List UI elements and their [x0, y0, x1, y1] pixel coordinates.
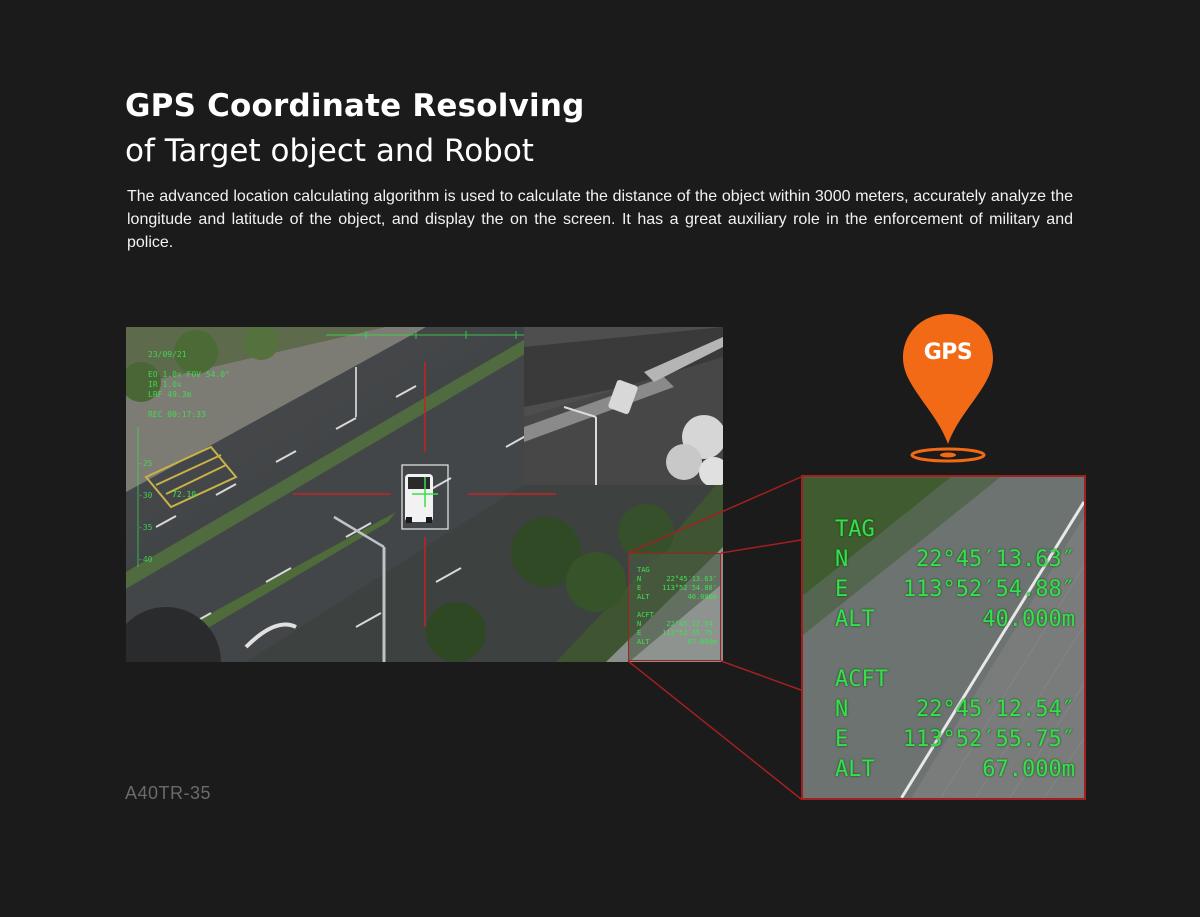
aircraft-alt-value: 67.000m — [982, 757, 1075, 782]
small-n-value: 22°45′13.63″ — [666, 575, 717, 583]
hud-distance: 72.10 — [172, 490, 197, 499]
hud-tick: -30 — [138, 491, 153, 500]
small-acft-n-label: N — [637, 620, 642, 628]
model-label: A40TR-35 — [125, 783, 212, 803]
small-alt-value: 40.000m — [687, 593, 717, 601]
aircraft-tag-label: ACFT — [835, 667, 888, 692]
small-acft-alt-value: 67.000m — [687, 638, 717, 646]
target-alt-value: 40.000m — [982, 607, 1075, 632]
aircraft-alt-label: ALT — [835, 757, 875, 782]
aircraft-e-value: 113°52′55.75″ — [902, 727, 1075, 752]
small-alt-label: ALT — [637, 593, 650, 601]
aircraft-n-label: N — [835, 697, 849, 722]
small-coordinate-readout: TAG N 22°45′13.63″ E 113°52′54.88″ ALT 40.0… — [637, 566, 717, 647]
hud-lrf: LRF 49.3m — [148, 390, 192, 399]
hud-tick: -25 — [138, 459, 153, 468]
target-n-value: 22°45′13.63″ — [916, 547, 1075, 572]
small-e-value: 113°52′54.88″ — [662, 584, 717, 592]
target-e-value: 113°52′54.88″ — [902, 577, 1075, 602]
page-title: GPS Coordinate Resolving — [125, 88, 585, 124]
gps-pin-icon — [903, 314, 993, 463]
hud-tick: -40 — [138, 555, 153, 564]
coordinate-source-box: TAG N 22°45′13.63″ E 113°52′54.88″ ALT 40.0… — [628, 553, 721, 661]
small-acft-n-value: 22°45′12.54″ — [666, 620, 717, 628]
target-tag-label: TAG — [835, 517, 875, 542]
hud-scale: -25 -30 -35 -40 — [138, 448, 152, 576]
gps-badge-label: GPS — [923, 340, 973, 365]
hud-ir: IR 1.0x — [148, 380, 182, 389]
aircraft-n-value: 22°45′12.54″ — [916, 697, 1075, 722]
small-acft-alt-label: ALT — [637, 638, 650, 646]
hud-eo: EO 1.0x FOV 54.0° — [148, 370, 230, 379]
thermal-image — [524, 327, 723, 485]
small-n-label: N — [637, 575, 642, 583]
page-subtitle: of Target object and Robot — [125, 133, 534, 169]
hud-status-readout: 23/09/21 EO 1.0x FOV 54.0° IR 1.0x LRF 4… — [148, 350, 230, 420]
small-tag-label: TAG — [637, 566, 650, 574]
hud-time: REC 00:17:33 — [148, 410, 206, 419]
hud-date: 23/09/21 — [148, 350, 187, 359]
zoomed-coordinate-panel: TAG N 22°45′13.63″ E 113°52′54.88″ ALT 40.0… — [801, 475, 1086, 800]
small-acft-e-label: E — [637, 629, 642, 637]
small-e-label: E — [637, 584, 642, 592]
target-n-label: N — [835, 547, 849, 572]
description-text: The advanced location calculating algori… — [127, 188, 1073, 251]
small-acft-label: ACFT — [637, 611, 654, 619]
zoomed-coordinate-readout: TAG N 22°45′13.63″ E 113°52′54.88″ ALT 40.0… — [835, 515, 1075, 785]
target-alt-label: ALT — [835, 607, 875, 632]
thermal-inset-view — [524, 327, 723, 485]
hud-tick: -35 — [138, 523, 153, 532]
small-acft-e-value: 113°52′55.75″ — [662, 629, 717, 637]
aircraft-e-label: E — [835, 727, 849, 752]
target-e-label: E — [835, 577, 849, 602]
